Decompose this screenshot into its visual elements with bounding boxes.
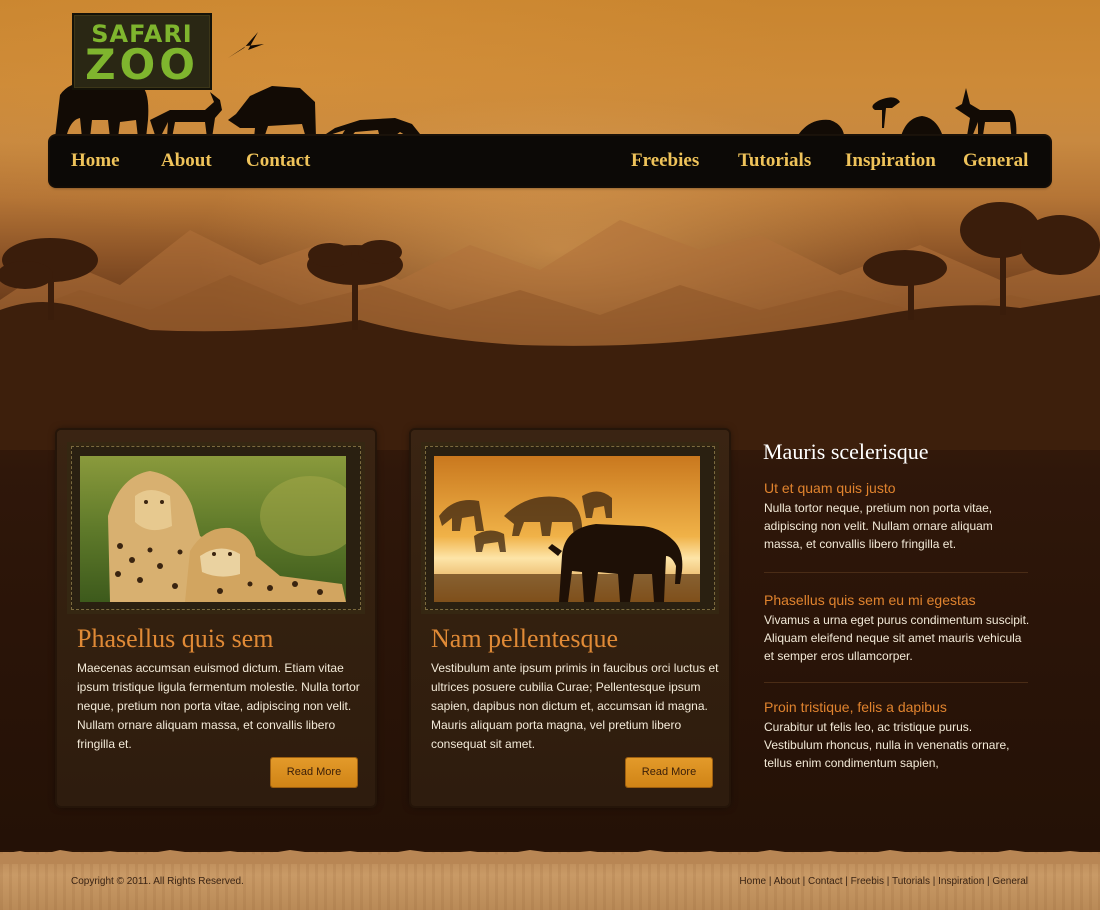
card-text: Vestibulum ante ipsum primis in faucibus…	[431, 661, 719, 751]
read-more-button[interactable]: Read More	[271, 758, 357, 787]
footer-link-inspiration[interactable]: Inspiration	[938, 876, 984, 887]
footer-link-home[interactable]: Home	[739, 876, 766, 887]
main-navigation: Home About Contact Freebies Tutorials In…	[50, 136, 1050, 186]
content-card-2: Nam pellentesque Vestibulum ante ipsum p…	[411, 430, 729, 806]
card-text: Maecenas accumsan euismod dictum. Etiam …	[77, 661, 360, 751]
elephants-sunset-photo	[434, 456, 700, 602]
nav-freebies[interactable]: Freebies	[631, 150, 699, 172]
logo-line2: ZOO	[85, 40, 199, 89]
sidebar-item-heading[interactable]: Ut et quam quis justo	[764, 480, 1034, 496]
sidebar-item-heading[interactable]: Proin tristique, felis a dapibus	[764, 699, 1034, 715]
read-more-button[interactable]: Read More	[626, 758, 712, 787]
footer-separator: |	[799, 876, 809, 887]
footer-link-contact[interactable]: Contact	[808, 876, 842, 887]
sidebar-item: Phasellus quis sem eu mi egestas Vivamus…	[764, 592, 1034, 665]
copyright-text: Copyright © 2011. All Rights Reserved.	[71, 876, 244, 887]
footer-link-freebis[interactable]: Freebis	[851, 876, 884, 887]
sidebar-item-heading[interactable]: Phasellus quis sem eu mi egestas	[764, 592, 1034, 608]
sidebar-item: Proin tristique, felis a dapibus Curabit…	[764, 699, 1034, 772]
sidebar-divider	[764, 572, 1028, 573]
heron-silhouette	[872, 97, 900, 128]
footer-separator: |	[842, 876, 851, 887]
footer-link-about[interactable]: About	[774, 876, 800, 887]
footer-separator: |	[766, 876, 774, 887]
footer-links: Home | About | Contact | Freebis | Tutor…	[739, 876, 1028, 887]
rhino-silhouette	[228, 86, 316, 138]
nav-inspiration[interactable]: Inspiration	[845, 150, 936, 172]
torn-paper-edge	[0, 850, 1100, 864]
cheetahs-photo	[80, 456, 346, 602]
turtle-silhouette	[798, 119, 844, 135]
nav-tutorials[interactable]: Tutorials	[738, 150, 811, 172]
footer-separator: |	[929, 876, 939, 887]
safari-zoo-logo[interactable]: SAFARI ZOO	[72, 13, 212, 90]
card-title: Nam pellentesque	[431, 624, 618, 653]
sidebar-title: Mauris scelerisque	[763, 439, 929, 464]
lion-silhouette	[320, 118, 420, 138]
savanna-landscape	[0, 202, 1100, 450]
nav-about[interactable]: About	[161, 150, 212, 172]
content-card-1: Phasellus quis sem Maecenas accumsan eui…	[57, 430, 375, 806]
sidebar-item-text: Curabitur ut felis leo, ac tristique pur…	[764, 720, 1010, 770]
footer-link-general[interactable]: General	[992, 876, 1028, 887]
footer-separator: |	[884, 876, 892, 887]
nav-home[interactable]: Home	[71, 150, 120, 172]
nav-general[interactable]: General	[963, 150, 1028, 172]
sidebar-item-text: Vivamus a urna eget purus condimentum su…	[764, 613, 1030, 663]
elephant-silhouette	[55, 81, 149, 138]
photo-frame	[71, 446, 361, 610]
gazelle-silhouette	[955, 88, 1017, 142]
crane-bird-icon	[228, 32, 264, 58]
sidebar-item: Ut et quam quis justo Nulla tortor neque…	[764, 480, 1034, 553]
footer-link-tutorials[interactable]: Tutorials	[892, 876, 930, 887]
antelope-silhouette	[150, 92, 222, 138]
photo-frame	[425, 446, 715, 610]
sidebar-divider	[764, 682, 1028, 683]
sidebar-item-text: Nulla tortor neque, pretium non porta vi…	[764, 501, 993, 551]
nav-contact[interactable]: Contact	[246, 150, 310, 172]
card-title: Phasellus quis sem	[77, 624, 274, 653]
